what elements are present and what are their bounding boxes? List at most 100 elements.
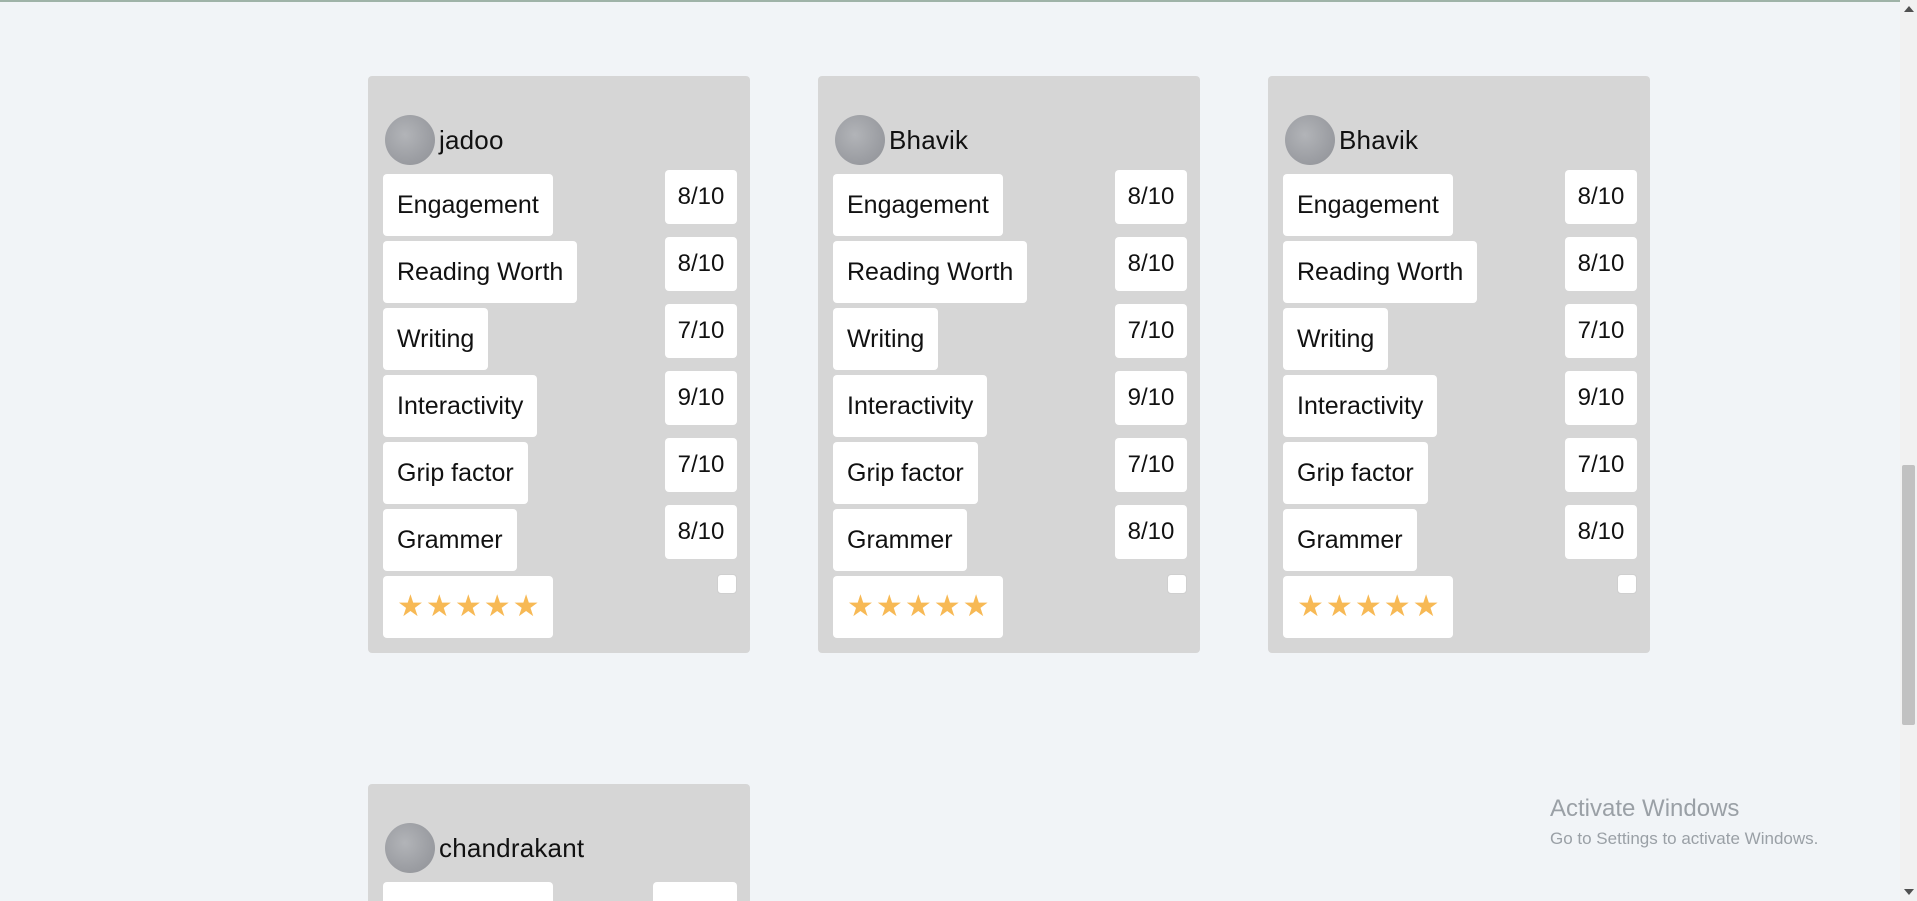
metric-row-writing: Writing 7/10 — [1283, 304, 1637, 370]
metric-row-grip-factor: Grip factor 7/10 — [1283, 438, 1637, 504]
metric-score: 7/10 — [1565, 304, 1637, 358]
star-icon[interactable]: ★ — [426, 592, 453, 622]
metric-row-grammer: Grammer 8/10 — [383, 505, 737, 571]
metric-label: Reading Worth — [383, 241, 578, 303]
star-icon[interactable]: ★ — [1413, 592, 1440, 622]
card-header: Bhavik — [1285, 114, 1418, 166]
watermark-title: Activate Windows — [1550, 795, 1740, 822]
metric-label: Writing — [383, 308, 489, 370]
scrollbar-thumb[interactable] — [1902, 465, 1915, 725]
avatar — [385, 115, 435, 165]
metric-row-grip-factor: Grip factor 7/10 — [833, 438, 1187, 504]
review-card-1: jadoo Engagement 8/10 Reading Worth 8/10… — [368, 76, 750, 653]
star-rating[interactable]: ★ ★ ★ ★ ★ — [833, 576, 1003, 638]
metric-label: Interactivity — [833, 375, 988, 437]
metric-score — [653, 882, 737, 901]
metric-row-engagement: Engagement 8/10 — [383, 170, 737, 236]
review-card-3: Bhavik Engagement 8/10 Reading Worth 8/1… — [1268, 76, 1650, 653]
user-name: Bhavik — [1339, 124, 1419, 155]
star-icon[interactable]: ★ — [963, 592, 990, 622]
metric-label: Grammer — [833, 509, 967, 571]
metric-row-reading-worth: Reading Worth 8/10 — [1283, 237, 1637, 303]
metric-score: 8/10 — [1565, 170, 1637, 224]
star-icon[interactable]: ★ — [513, 592, 540, 622]
review-card-4: chandrakant — [368, 784, 750, 901]
metric-row-grip-factor: Grip factor 7/10 — [383, 438, 737, 504]
activate-windows-watermark: Activate Windows Go to Settings to activ… — [1550, 795, 1818, 849]
star-icon[interactable]: ★ — [905, 592, 932, 622]
metric-score: 9/10 — [665, 371, 737, 425]
star-rating[interactable]: ★ ★ ★ ★ ★ — [1283, 576, 1453, 638]
card-header: jadoo — [385, 114, 504, 166]
metric-score: 7/10 — [1115, 438, 1187, 492]
metric-label: Writing — [833, 308, 939, 370]
metric-label: Grip factor — [833, 442, 978, 504]
metric-label: Grammer — [1283, 509, 1417, 571]
card-header: chandrakant — [385, 822, 584, 874]
metric-label: Grip factor — [1283, 442, 1428, 504]
metric-score: 9/10 — [1115, 371, 1187, 425]
avatar — [835, 115, 885, 165]
metric-score: 7/10 — [1115, 304, 1187, 358]
user-name: chandrakant — [439, 832, 585, 863]
metric-label: Grammer — [383, 509, 517, 571]
metric-label: Grip factor — [383, 442, 528, 504]
metric-score: 8/10 — [665, 170, 737, 224]
select-checkbox[interactable] — [717, 574, 737, 594]
metric-score: 8/10 — [1115, 505, 1187, 559]
metric-row-reading-worth: Reading Worth 8/10 — [383, 237, 737, 303]
star-icon[interactable]: ★ — [1355, 592, 1382, 622]
avatar — [1285, 115, 1335, 165]
star-icon[interactable]: ★ — [1326, 592, 1353, 622]
metric-row-reading-worth: Reading Worth 8/10 — [833, 237, 1187, 303]
metric-row-writing: Writing 7/10 — [833, 304, 1187, 370]
metric-row-interactivity: Interactivity 9/10 — [383, 371, 737, 437]
metric-row-engagement: Engagement 8/10 — [833, 170, 1187, 236]
vertical-scrollbar[interactable] — [1900, 0, 1917, 901]
star-icon[interactable]: ★ — [1297, 592, 1324, 622]
metric-label: Engagement — [833, 174, 1003, 236]
star-icon[interactable]: ★ — [484, 592, 511, 622]
metric-label: Engagement — [383, 174, 553, 236]
metric-label: Writing — [1283, 308, 1389, 370]
metric-row-interactivity: Interactivity 9/10 — [833, 371, 1187, 437]
metric-row-partial — [383, 880, 737, 901]
review-card-2: Bhavik Engagement 8/10 Reading Worth 8/1… — [818, 76, 1200, 653]
scroll-down-arrow-icon[interactable] — [1904, 889, 1914, 895]
star-icon[interactable]: ★ — [934, 592, 961, 622]
metric-score: 8/10 — [1115, 170, 1187, 224]
metric-row-grammer: Grammer 8/10 — [833, 505, 1187, 571]
metric-score: 8/10 — [665, 505, 737, 559]
metric-label: Engagement — [1283, 174, 1453, 236]
metric-score: 9/10 — [1565, 371, 1637, 425]
watermark-subtitle: Go to Settings to activate Windows. — [1550, 829, 1819, 848]
metric-label: Reading Worth — [833, 241, 1028, 303]
select-checkbox[interactable] — [1617, 574, 1637, 594]
metric-row-engagement: Engagement 8/10 — [1283, 170, 1637, 236]
top-border — [0, 0, 1917, 2]
select-checkbox[interactable] — [1167, 574, 1187, 594]
star-icon[interactable]: ★ — [455, 592, 482, 622]
scroll-up-arrow-icon[interactable] — [1904, 6, 1914, 12]
user-name: jadoo — [439, 124, 504, 155]
metric-score: 8/10 — [1565, 505, 1637, 559]
metric-score: 7/10 — [665, 304, 737, 358]
star-icon[interactable]: ★ — [1384, 592, 1411, 622]
metric-score: 8/10 — [1565, 237, 1637, 291]
metric-score: 8/10 — [665, 237, 737, 291]
metric-score: 7/10 — [1565, 438, 1637, 492]
metric-label: Interactivity — [1283, 375, 1438, 437]
metric-row-interactivity: Interactivity 9/10 — [1283, 371, 1637, 437]
avatar — [385, 823, 435, 873]
metric-score: 7/10 — [665, 438, 737, 492]
metric-label — [383, 882, 553, 901]
card-header: Bhavik — [835, 114, 968, 166]
star-rating[interactable]: ★ ★ ★ ★ ★ — [383, 576, 553, 638]
star-icon[interactable]: ★ — [847, 592, 874, 622]
user-name: Bhavik — [889, 124, 969, 155]
star-icon[interactable]: ★ — [876, 592, 903, 622]
metric-row-grammer: Grammer 8/10 — [1283, 505, 1637, 571]
star-icon[interactable]: ★ — [397, 592, 424, 622]
metric-label: Interactivity — [383, 375, 538, 437]
metric-score: 8/10 — [1115, 237, 1187, 291]
